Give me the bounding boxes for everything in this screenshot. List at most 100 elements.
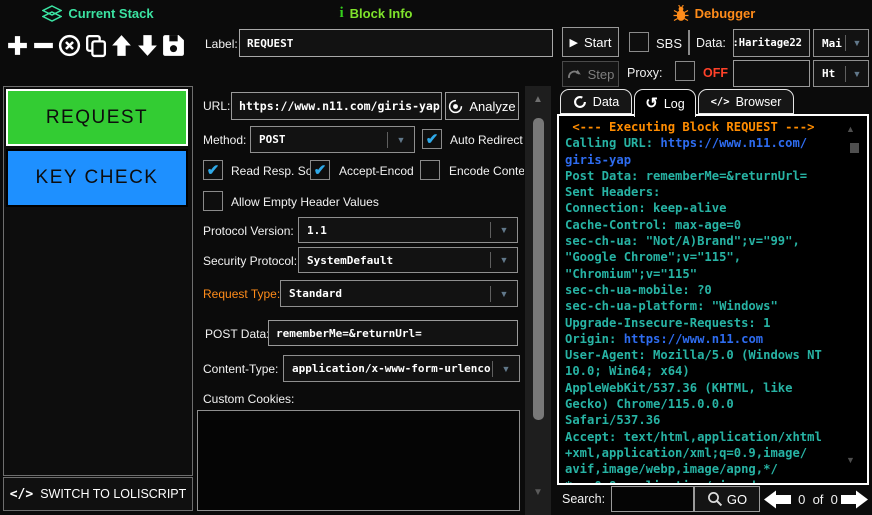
url-field-label: URL: <box>203 99 230 113</box>
encode-content-label: Encode Conte <box>449 164 524 178</box>
block-label-input[interactable]: REQUEST <box>239 29 553 57</box>
request-type-dropdown[interactable]: Standard ▼ <box>280 280 518 307</box>
bug-icon <box>673 5 689 22</box>
read-response-checkbox[interactable]: ✔ <box>203 160 223 180</box>
clone-block-icon[interactable] <box>82 30 108 60</box>
move-down-icon[interactable] <box>134 30 160 60</box>
log-line: Safari/537.36 <box>565 412 867 428</box>
chevron-down-icon: ▼ <box>846 38 868 48</box>
delete-block-icon[interactable] <box>56 30 82 60</box>
log-line: 10.0; Win64; x64) <box>565 363 867 379</box>
url-input[interactable]: https://www.n11.com/giris-yap <box>231 92 442 120</box>
log-line: avif,image/webp,image/apng,*/ <box>565 461 867 477</box>
step-button[interactable]: Step <box>562 61 619 87</box>
custom-cookies-textarea[interactable] <box>197 410 520 511</box>
log-line: Gecko) Chrome/115.0.0.0 <box>565 396 867 412</box>
proxy-input[interactable] <box>733 60 810 87</box>
log-output[interactable]: <--- Executing Block REQUEST --->Calling… <box>557 114 869 485</box>
search-icon <box>707 491 723 507</box>
check-icon: ✔ <box>426 132 439 147</box>
protocol-version-dropdown[interactable]: 1.1 ▼ <box>298 217 518 243</box>
stack-block-keycheck[interactable]: KEY CHECK <box>6 149 188 207</box>
remove-block-icon[interactable] <box>30 30 56 60</box>
log-scrollbar-thumb[interactable] <box>850 143 859 153</box>
log-line: sec-ch-ua-platform: "Windows" <box>565 298 867 314</box>
content-type-dropdown[interactable]: application/x-www-form-urlenco ▼ <box>283 355 520 382</box>
accept-encoding-checkbox[interactable]: ✔ <box>310 160 330 180</box>
log-line: +xml,application/xml;q=0.9,image/ <box>565 445 867 461</box>
play-icon: ▶ <box>570 36 578 49</box>
sbs-label: SBS <box>656 36 682 51</box>
log-line: "Chromium";v="115" <box>565 266 867 282</box>
divider <box>688 30 690 55</box>
stack-block-request[interactable]: REQUEST <box>6 89 188 146</box>
data-field-label: Data: <box>696 36 726 50</box>
tab-browser[interactable]: </> Browser <box>698 89 794 114</box>
chevron-down-icon: ▼ <box>493 364 519 374</box>
scroll-down-icon[interactable]: ▼ <box>525 487 551 498</box>
log-line: giris-yap <box>565 152 867 168</box>
stack-layers-icon <box>42 5 62 22</box>
tab-data[interactable]: Data <box>560 89 632 114</box>
chevron-down-icon: ▼ <box>491 255 517 265</box>
read-response-label: Read Resp. So <box>231 164 312 178</box>
scrollbar-thumb[interactable] <box>533 118 544 420</box>
custom-cookies-label: Custom Cookies: <box>203 392 294 406</box>
search-input[interactable] <box>611 486 694 512</box>
log-line: User-Agent: Mozilla/5.0 (Windows NT <box>565 347 867 363</box>
log-line: <--- Executing Block REQUEST ---> <box>565 119 867 135</box>
tab-log[interactable]: ↺ Log <box>634 89 696 117</box>
sbs-checkbox[interactable]: ✔ <box>629 32 649 52</box>
log-line: Post Data: rememberMe=&returnUrl= <box>565 168 867 184</box>
log-line: Accept: text/html,application/xhtml <box>565 429 867 445</box>
proxy-label: Proxy: <box>627 66 662 80</box>
check-icon: ✔ <box>314 163 327 178</box>
log-line: sec-ch-ua: "Not/A)Brand";v="99", <box>565 233 867 249</box>
method-field-label: Method: <box>203 133 246 147</box>
add-block-icon[interactable] <box>4 30 30 60</box>
allow-empty-headers-label: Allow Empty Header Values <box>231 195 379 209</box>
post-data-label: POST Data: <box>205 327 269 341</box>
log-scroll-up-icon[interactable]: ▲ <box>846 124 855 134</box>
step-arrow-icon <box>567 69 582 80</box>
log-scroll-down-icon[interactable]: ▼ <box>846 455 855 465</box>
protocol-version-label: Protocol Version: <box>203 224 294 238</box>
next-match-icon[interactable] <box>841 490 868 509</box>
method-dropdown[interactable]: POST ▼ <box>250 126 415 153</box>
chevron-down-icon: ▼ <box>491 225 517 235</box>
analyze-button[interactable]: Analyze <box>445 92 519 120</box>
data-circle-icon <box>573 95 587 109</box>
save-config-icon[interactable] <box>160 30 186 60</box>
wordlist-type-dropdown[interactable]: Mai ▼ <box>813 29 869 57</box>
block-info-title: i Block Info <box>196 3 556 23</box>
security-protocol-label: Security Protocol: <box>203 254 297 268</box>
analyze-atom-icon <box>448 99 463 114</box>
code-icon: </> <box>711 96 730 108</box>
history-icon: ↺ <box>645 96 658 111</box>
debugger-title: Debugger <box>556 3 872 23</box>
switch-to-loliscript-button[interactable]: </> SWITCH TO LOLISCRIPT <box>3 477 193 511</box>
search-go-button[interactable]: GO <box>694 486 760 512</box>
openbullet-stacker-window: Current Stack REQUEST KEY CHECK <box>0 0 872 515</box>
start-button[interactable]: ▶ Start <box>562 27 619 57</box>
move-up-icon[interactable] <box>108 30 134 60</box>
auto-redirect-checkbox[interactable]: ✔ <box>422 129 442 149</box>
debugger-data-input[interactable]: om:Haritage22 <box>733 29 810 57</box>
stack-list: REQUEST KEY CHECK <box>3 86 193 476</box>
stack-block-label: REQUEST <box>46 107 148 129</box>
proxy-type-dropdown[interactable]: Ht ▼ <box>813 60 869 87</box>
scroll-up-icon[interactable]: ▲ <box>525 94 551 105</box>
log-line: sec-ch-ua-mobile: ?0 <box>565 282 867 298</box>
log-line: Origin: https://www.n11.com <box>565 331 867 347</box>
proxy-checkbox[interactable]: ✔ <box>675 61 695 81</box>
prev-match-icon[interactable] <box>764 490 791 509</box>
log-line: Calling URL: https://www.n11.com/ <box>565 135 867 151</box>
allow-empty-headers-checkbox[interactable]: ✔ <box>203 191 223 211</box>
encode-content-checkbox[interactable]: ✔ <box>420 160 440 180</box>
request-type-label: Request Type: <box>203 287 280 301</box>
log-line: Connection: keep-alive <box>565 200 867 216</box>
proxy-status-badge: OFF <box>703 66 728 80</box>
label-field-label: Label: <box>205 37 238 51</box>
security-protocol-dropdown[interactable]: SystemDefault ▼ <box>298 247 518 273</box>
post-data-input[interactable]: rememberMe=&returnUrl= <box>268 320 518 346</box>
